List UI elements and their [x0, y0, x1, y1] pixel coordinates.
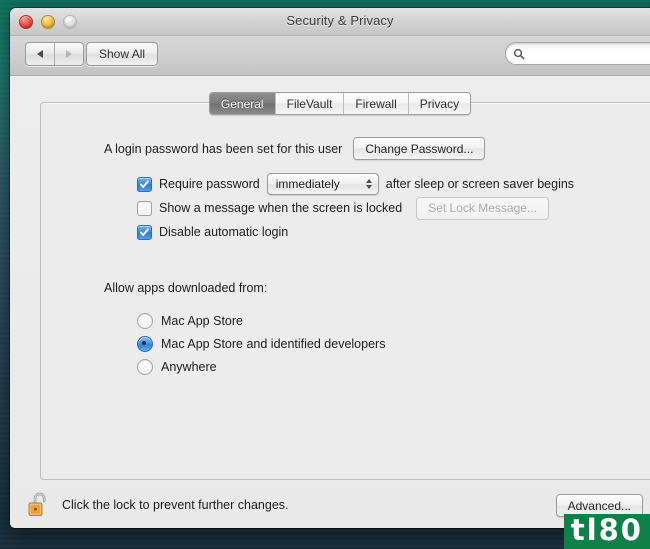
- bottom-bar: Click the lock to prevent further change…: [10, 480, 650, 528]
- radio-row-identified-developers[interactable]: Mac App Store and identified developers: [137, 332, 385, 355]
- tab-general[interactable]: General: [209, 93, 275, 114]
- unlocked-padlock-icon: [28, 492, 46, 516]
- login-password-row: A login password has been set for this u…: [104, 137, 486, 160]
- back-button[interactable]: [26, 43, 54, 65]
- radio-label-anywhere: Anywhere: [161, 359, 217, 374]
- radio-label-mac-app-store: Mac App Store: [161, 313, 243, 328]
- toolbar: Show All: [10, 36, 650, 76]
- watermark-logo: tl80: [563, 513, 650, 549]
- security-options-list: Require password immediately after sleep…: [137, 172, 574, 244]
- lock-note-text: Click the lock to prevent further change…: [62, 498, 289, 512]
- disable-auto-login-label: Disable automatic login: [159, 225, 289, 239]
- change-password-button[interactable]: Change Password...: [353, 137, 486, 160]
- allow-apps-title: Allow apps downloaded from:: [104, 281, 268, 295]
- disable-auto-login-checkbox[interactable]: [137, 224, 152, 240]
- security-privacy-window: Security & Privacy Show All General File: [10, 8, 650, 528]
- require-password-row: Require password immediately after sleep…: [137, 172, 574, 196]
- tab-privacy[interactable]: Privacy: [407, 93, 471, 114]
- watermark-text: tl80: [570, 513, 643, 548]
- tab-group: General FileVault Firewall Privacy: [208, 92, 472, 115]
- show-lock-message-row: Show a message when the screen is locked…: [137, 196, 574, 220]
- tab-filevault[interactable]: FileVault: [274, 93, 344, 114]
- require-password-suffix: after sleep or screen saver begins: [385, 177, 575, 191]
- radio-row-mac-app-store[interactable]: Mac App Store: [137, 309, 385, 332]
- chevron-left-icon: [37, 50, 43, 58]
- allow-apps-section: Allow apps downloaded from: Mac App Stor…: [104, 281, 385, 378]
- window-title: Security & Privacy: [286, 13, 394, 28]
- login-password-status: A login password has been set for this u…: [104, 141, 343, 156]
- show-all-button[interactable]: Show All: [86, 42, 159, 66]
- require-password-label: Require password: [159, 177, 260, 191]
- radio-identified-developers[interactable]: [137, 335, 153, 352]
- tab-firewall[interactable]: Firewall: [343, 93, 408, 114]
- stepper-arrows-icon: [365, 179, 372, 189]
- disable-auto-login-row: Disable automatic login: [137, 220, 574, 244]
- preferences-body: General FileVault Firewall Privacy A log…: [10, 76, 650, 528]
- show-lock-message-checkbox[interactable]: [137, 200, 152, 216]
- navigation-segmented-control[interactable]: [25, 42, 84, 66]
- chevron-right-icon: [66, 50, 72, 58]
- tab-bar: General FileVault Firewall Privacy: [10, 92, 650, 115]
- password-delay-popup[interactable]: immediately: [266, 173, 379, 195]
- checkmark-icon: [140, 227, 149, 236]
- set-lock-message-button: Set Lock Message...: [416, 196, 549, 220]
- password-delay-value: immediately: [275, 177, 340, 191]
- search-input[interactable]: [529, 45, 650, 62]
- show-lock-message-label: Show a message when the screen is locked: [159, 201, 403, 215]
- forward-button: [54, 43, 83, 65]
- radio-label-identified-developers: Mac App Store and identified developers: [161, 336, 386, 351]
- checkmark-icon: [140, 179, 149, 188]
- radio-anywhere[interactable]: [137, 358, 153, 375]
- lock-button[interactable]: [24, 490, 54, 520]
- search-icon: [513, 48, 525, 59]
- window-titlebar[interactable]: Security & Privacy: [10, 8, 650, 36]
- radio-mac-app-store[interactable]: [137, 312, 153, 329]
- search-field[interactable]: [505, 42, 650, 65]
- require-password-checkbox[interactable]: [137, 176, 152, 192]
- general-pane: A login password has been set for this u…: [40, 102, 650, 480]
- radio-row-anywhere[interactable]: Anywhere: [137, 355, 385, 378]
